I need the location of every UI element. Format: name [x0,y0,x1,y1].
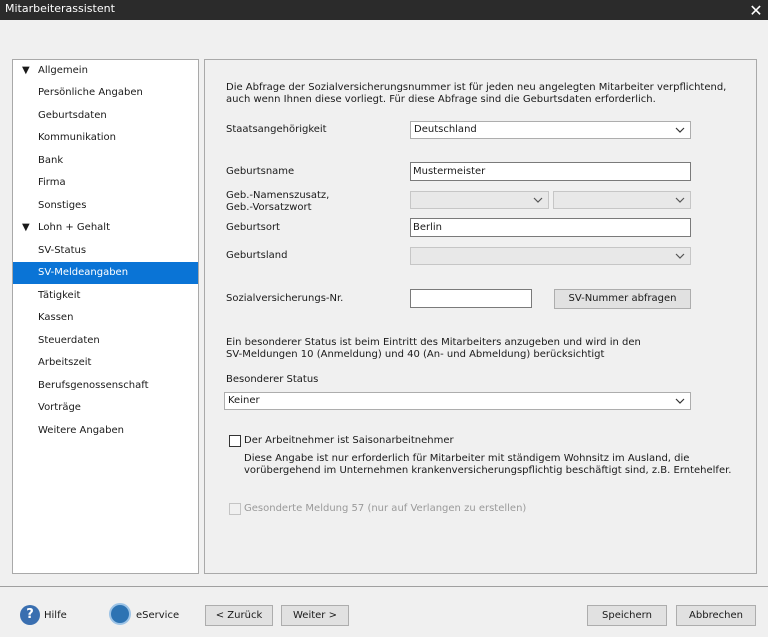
help-label[interactable]: Hilfe [44,610,67,622]
intro-text-line1: Die Abfrage der Sozialversicherungsnumme… [226,82,727,93]
form-panel: Die Abfrage der Sozialversicherungsnumme… [204,59,757,574]
status-info-line1: Ein besonderer Status ist beim Eintritt … [226,337,641,348]
besonderer-status-select[interactable]: Keiner [224,392,691,410]
nav-group-allgemein[interactable]: ▼ Allgemein [13,60,198,82]
footer-separator [0,586,768,587]
nav-item-steuerdaten[interactable]: Steuerdaten [13,330,198,352]
nav-item-weitere-angaben[interactable]: Weitere Angaben [13,420,198,442]
staatsangehoerigkeit-value: Deutschland [414,124,477,135]
nav-item-kassen[interactable]: Kassen [13,307,198,329]
nav-item-persoenliche-angaben[interactable]: Persönliche Angaben [13,82,198,104]
navigation-tree: ▼ Allgemein Persönliche Angaben Geburtsda… [12,59,199,574]
staatsangehoerigkeit-select[interactable]: Deutschland [410,121,691,139]
namenszusatz-label-line2: Geb.-Vorsatzwort [226,202,312,213]
eservice-label[interactable]: eService [136,610,179,622]
saison-info-line2: vorübergehend im Unternehmen krankenvers… [244,465,732,476]
nav-item-vortraege[interactable]: Vorträge [13,397,198,419]
geburtsort-label: Geburtsort [226,222,280,233]
geburtsort-input[interactable]: Berlin [410,218,691,237]
help-icon[interactable]: ? [20,605,40,625]
chevron-down-icon [675,398,685,404]
status-info-line2: SV-Meldungen 10 (Anmeldung) und 40 (An- … [226,349,605,360]
nav-item-firma[interactable]: Firma [13,172,198,194]
nav-item-geburtsdaten[interactable]: Geburtsdaten [13,105,198,127]
besonderer-status-value: Keiner [228,395,260,406]
nav-item-kommunikation[interactable]: Kommunikation [13,127,198,149]
nav-item-berufsgenossenschaft[interactable]: Berufsgenossenschaft [13,375,198,397]
saisonarbeitnehmer-checkbox[interactable] [229,435,241,447]
chevron-down-icon [675,197,685,203]
close-icon[interactable]: ✕ [744,0,768,20]
expand-triangle-icon[interactable]: ▼ [22,60,30,82]
expand-triangle-icon[interactable]: ▼ [22,217,30,239]
nav-group-label: Allgemein [38,65,88,76]
chevron-down-icon [675,253,685,259]
geburtsland-select[interactable] [410,247,691,265]
cancel-button[interactable]: Abbrechen [676,605,756,626]
staatsangehoerigkeit-label: Staatsangehörigkeit [226,124,327,135]
saisonarbeitnehmer-label[interactable]: Der Arbeitnehmer ist Saisonarbeitnehmer [244,435,454,447]
meldung57-label[interactable]: Gesonderte Meldung 57 (nur auf Verlangen… [244,503,526,515]
title-bar: Mitarbeiterassistent ✕ [0,0,768,20]
geburtsname-input[interactable]: Mustermeister [410,162,691,181]
namenszusatz-label-line1: Geb.-Namenszusatz, [226,190,330,201]
nav-item-sonstiges[interactable]: Sonstiges [13,195,198,217]
namenszusatz-select[interactable] [410,191,549,209]
vorsatzwort-select[interactable] [553,191,691,209]
window-title: Mitarbeiterassistent [5,2,115,15]
svnr-input[interactable] [410,289,532,308]
save-button[interactable]: Speichern [587,605,667,626]
nav-item-sv-status[interactable]: SV-Status [13,240,198,262]
nav-group-lohn-gehalt[interactable]: ▼ Lohn + Gehalt [13,217,198,239]
chevron-down-icon [675,127,685,133]
sv-nummer-abfragen-button[interactable]: SV-Nummer abfragen [554,289,691,309]
nav-item-taetigkeit[interactable]: Tätigkeit [13,285,198,307]
nav-group-label: Lohn + Gehalt [38,222,110,233]
saison-info-line1: Diese Angabe ist nur erforderlich für Mi… [244,453,690,464]
next-button[interactable]: Weiter > [281,605,349,626]
geburtsname-label: Geburtsname [226,166,295,177]
nav-item-sv-meldeangaben[interactable]: SV-Meldeangaben [13,262,198,284]
eservice-icon[interactable] [109,603,131,625]
meldung57-checkbox[interactable] [229,503,241,515]
chevron-down-icon [533,197,543,203]
besonderer-status-label: Besonderer Status [226,374,319,385]
nav-item-bank[interactable]: Bank [13,150,198,172]
intro-text-line2: auch wenn Ihnen diese vorliegt. Für dies… [226,94,656,105]
back-button[interactable]: < Zurück [205,605,273,626]
geburtsland-label: Geburtsland [226,250,288,261]
svnr-label: Sozialversicherungs-Nr. [226,293,344,304]
nav-item-arbeitszeit[interactable]: Arbeitszeit [13,352,198,374]
